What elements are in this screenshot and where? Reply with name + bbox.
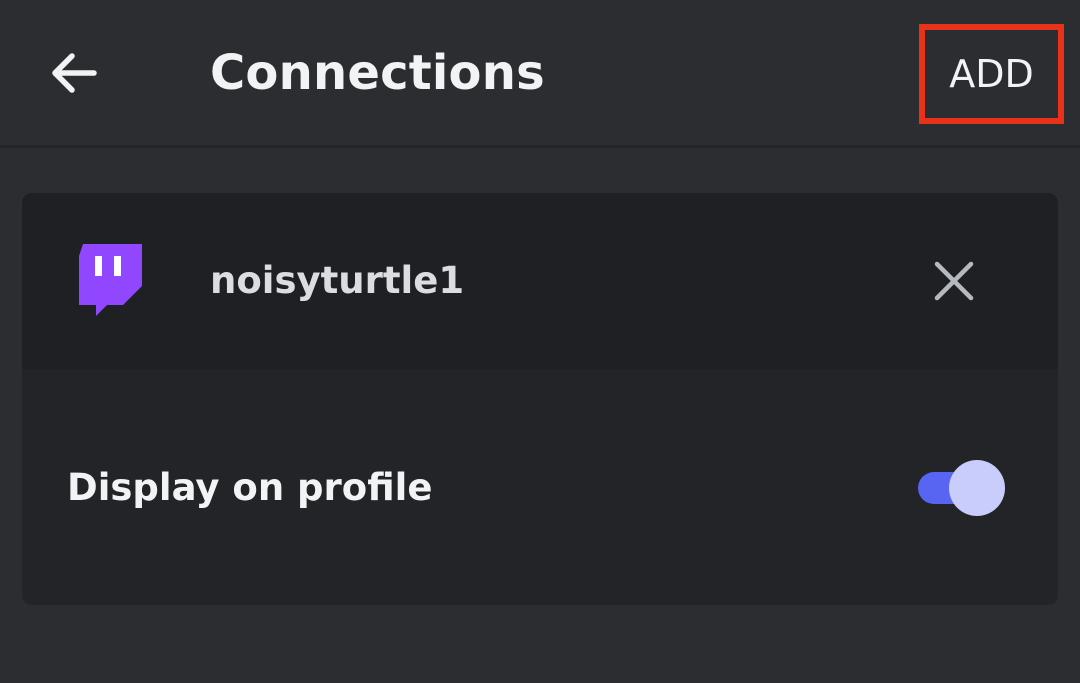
connection-row: noisyturtle1 (22, 193, 1058, 369)
add-button[interactable]: ADD (925, 30, 1058, 118)
display-on-profile-row: Display on profile (22, 369, 1058, 605)
close-icon (934, 261, 974, 301)
header-bar: Connections ADD (0, 0, 1080, 148)
display-on-profile-toggle[interactable] (918, 459, 1008, 517)
back-button[interactable] (40, 40, 106, 106)
remove-connection-button[interactable] (922, 251, 986, 311)
connection-username: noisyturtle1 (210, 259, 465, 302)
toggle-knob (949, 460, 1005, 516)
display-on-profile-label: Display on profile (67, 466, 433, 509)
connection-card: noisyturtle1 Display on profile (22, 193, 1058, 605)
arrow-left-icon (52, 53, 97, 93)
page-title: Connections (210, 45, 545, 101)
connections-screen: Connections ADD noisyturtle1 Display on … (0, 0, 1080, 683)
twitch-icon (79, 244, 142, 316)
